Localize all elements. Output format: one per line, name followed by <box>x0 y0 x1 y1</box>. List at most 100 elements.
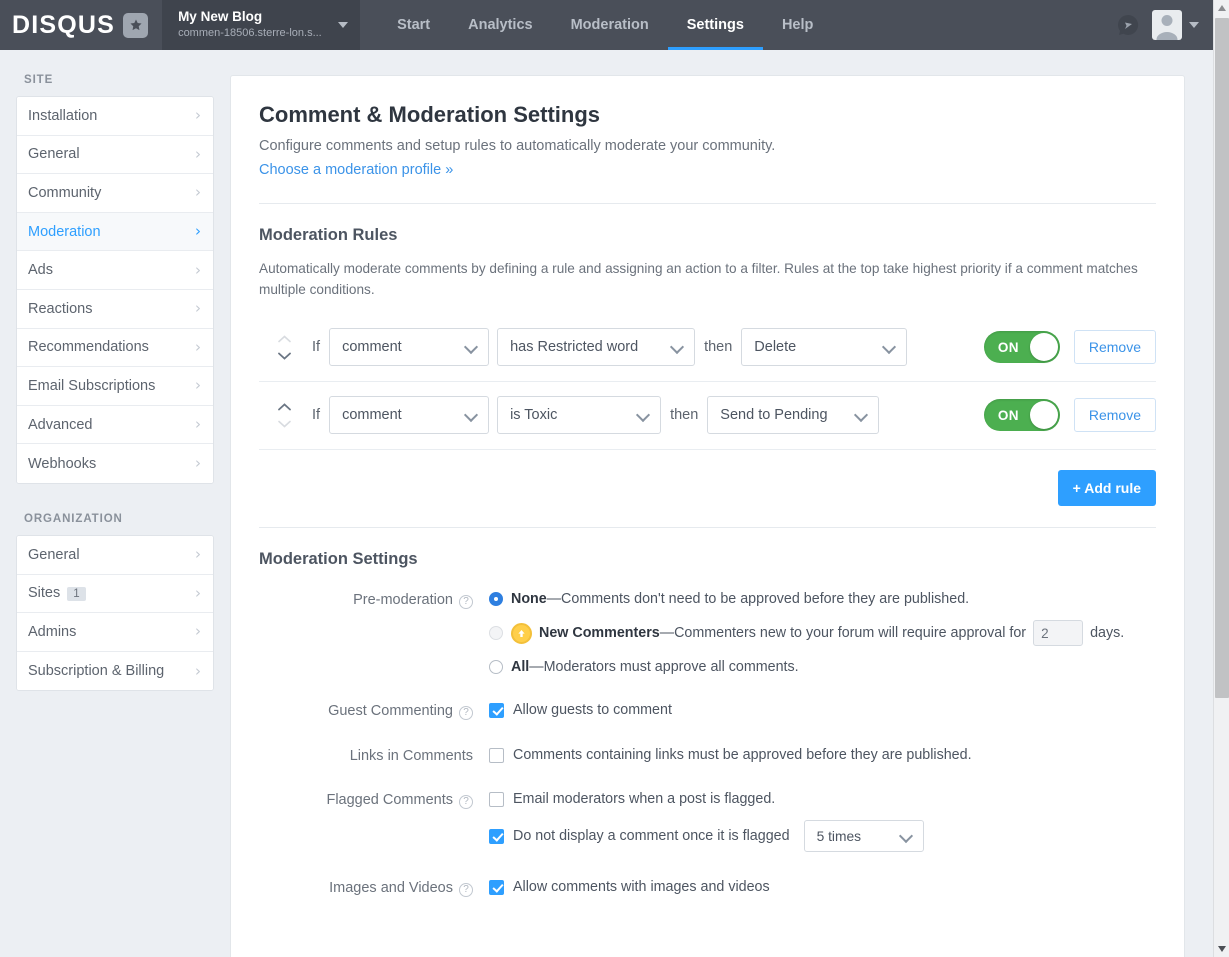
setting-row-flagged-comments: Flagged Comments ? Email moderators when… <box>259 791 1156 853</box>
remove-rule-button[interactable]: Remove <box>1073 330 1156 365</box>
scroll-up-arrow-icon[interactable] <box>1214 0 1229 16</box>
guest-commenting-option[interactable]: Allow guests to comment <box>489 702 1156 718</box>
radio-all[interactable] <box>489 660 503 675</box>
premoderation-option-all[interactable]: All — Moderators must approve all commen… <box>489 659 1156 675</box>
checkbox-hide-flagged[interactable] <box>489 828 504 844</box>
chevron-right-icon: › <box>195 337 201 356</box>
remove-rule-button[interactable]: Remove <box>1073 398 1156 433</box>
setting-row-guest-commenting: Guest Commenting ? Allow guests to comme… <box>259 702 1156 721</box>
chat-bubble-icon[interactable] <box>1114 11 1142 39</box>
links-in-comments-body: Comments containing links must be approv… <box>489 747 1156 764</box>
images-and-videos-label: Images and Videos <box>329 880 453 897</box>
site-selector[interactable]: My New Blog commen-18506.sterre-lon.s... <box>162 0 361 50</box>
scroll-down-arrow-icon[interactable] <box>1214 941 1229 957</box>
sidebar-group-organization: General › Sites 1 › Admins › Subscription… <box>16 534 214 692</box>
rule-enabled-toggle[interactable]: ON <box>983 331 1060 364</box>
sidebar-item-email-subscriptions[interactable]: Email Subscriptions › <box>17 367 213 406</box>
sidebar-item-label: Reactions <box>28 300 93 317</box>
nav-item-analytics[interactable]: Analytics <box>449 0 551 50</box>
move-rule-down-icon[interactable] <box>277 352 291 360</box>
rule-if-label: If <box>312 339 321 356</box>
premoderation-label: Pre-moderation <box>353 592 453 609</box>
sidebar-item-ads[interactable]: Ads › <box>17 251 213 290</box>
question-mark-icon[interactable]: ? <box>459 795 473 810</box>
panel-header: Comment & Moderation Settings Configure … <box>259 76 1156 204</box>
sidebar-item-org-subscription-billing[interactable]: Subscription & Billing › <box>17 651 213 691</box>
checkbox-links-approval[interactable] <box>489 747 504 763</box>
rule-subject-select[interactable]: comment <box>329 328 490 367</box>
scrollbar-thumb[interactable] <box>1215 18 1229 698</box>
nav-item-settings[interactable]: Settings <box>667 0 764 50</box>
option-description: Moderators must approve all comments. <box>543 659 799 676</box>
move-rule-up-icon[interactable] <box>277 402 291 411</box>
table-row: If comment is Toxic then Send to Pending… <box>259 382 1156 451</box>
radio-none[interactable] <box>489 592 503 607</box>
checkbox-label: Allow comments with images and videos <box>513 879 770 896</box>
toggle-state-label: ON <box>997 407 1019 423</box>
page-scrollbar[interactable] <box>1213 0 1229 957</box>
rule-condition-select[interactable]: is Toxic <box>497 396 662 435</box>
site-url: commen-18506.sterre-lon.s... <box>178 27 322 40</box>
checkbox-label: Do not display a comment once it is flag… <box>513 828 790 845</box>
sidebar-item-org-sites[interactable]: Sites 1 › <box>17 574 213 614</box>
disqus-logo[interactable]: DISQUS <box>0 0 162 50</box>
sidebar-group-site: Installation › General › Community › Mod… <box>16 96 214 484</box>
sidebar-item-reactions[interactable]: Reactions › <box>17 289 213 329</box>
links-in-comments-option[interactable]: Comments containing links must be approv… <box>489 747 1156 763</box>
flag-count-select[interactable]: 5 times <box>803 820 924 853</box>
sidebar-item-org-admins[interactable]: Admins › <box>17 613 213 652</box>
move-rule-up-icon[interactable] <box>277 335 291 343</box>
sidebar-item-moderation[interactable]: Moderation › <box>17 212 213 252</box>
sidebar-item-community[interactable]: Community › <box>17 174 213 213</box>
approval-days-input[interactable] <box>1033 620 1084 647</box>
main-nav: Start Analytics Moderation Settings Help <box>378 0 832 50</box>
user-menu[interactable] <box>1152 10 1199 40</box>
table-row: If comment has Restricted word then Dele… <box>259 314 1156 383</box>
rule-controls: ON Remove <box>983 398 1156 433</box>
chevron-right-icon: › <box>195 106 201 125</box>
checkbox-allow-media[interactable] <box>489 879 504 895</box>
rule-condition-select[interactable]: has Restricted word <box>497 328 696 367</box>
rule-action-select[interactable]: Delete <box>741 328 908 367</box>
move-rule-down-icon[interactable] <box>277 420 291 428</box>
radio-new-commenters[interactable] <box>489 626 503 641</box>
checkbox-email-moderators[interactable] <box>489 791 504 807</box>
checkbox-allow-guests[interactable] <box>489 702 504 718</box>
rule-subject-select[interactable]: comment <box>329 396 490 435</box>
premoderation-option-none[interactable]: None — Comments don't need to be approve… <box>489 591 1156 607</box>
settings-panel: Comment & Moderation Settings Configure … <box>230 75 1185 957</box>
images-and-videos-option[interactable]: Allow comments with images and videos <box>489 879 1156 895</box>
sidebar-item-label: Ads <box>28 262 53 279</box>
flagged-email-option[interactable]: Email moderators when a post is flagged. <box>489 791 1156 807</box>
sidebar-item-advanced[interactable]: Advanced › <box>17 405 213 445</box>
premoderation-option-new-commenters[interactable]: New Commenters — Commenters new to your … <box>489 620 1156 647</box>
question-mark-icon[interactable]: ? <box>459 706 473 721</box>
nav-item-help[interactable]: Help <box>763 0 832 50</box>
rule-action-select[interactable]: Send to Pending <box>707 396 880 435</box>
nav-item-moderation[interactable]: Moderation <box>552 0 668 50</box>
sidebar-item-general[interactable]: General › <box>17 135 213 175</box>
flagged-hide-option[interactable]: Do not display a comment once it is flag… <box>489 820 1156 853</box>
page-title: Comment & Moderation Settings <box>259 102 601 127</box>
moderation-settings-title: Moderation Settings <box>259 550 418 569</box>
rule-enabled-toggle[interactable]: ON <box>983 399 1060 432</box>
nav-item-start[interactable]: Start <box>378 0 449 50</box>
sidebar-item-label: Webhooks <box>28 455 97 472</box>
question-mark-icon[interactable]: ? <box>459 595 473 610</box>
question-mark-icon[interactable]: ? <box>459 883 473 898</box>
add-rule-button[interactable]: + Add rule <box>1057 470 1156 507</box>
sidebar-item-org-general[interactable]: General › <box>17 535 213 575</box>
sidebar-item-installation[interactable]: Installation › <box>17 97 213 136</box>
chevron-right-icon: › <box>195 583 201 602</box>
sidebar-item-webhooks[interactable]: Webhooks › <box>17 444 213 483</box>
sidebar-item-recommendations[interactable]: Recommendations › <box>17 328 213 368</box>
main-content: Comment & Moderation Settings Configure … <box>230 50 1213 957</box>
setting-row-images-and-videos: Images and Videos ? Allow comments with … <box>259 879 1156 898</box>
logo-text: DISQUS <box>12 10 116 39</box>
sidebar-item-label: General <box>28 146 80 163</box>
choose-moderation-profile-link[interactable]: Choose a moderation profile » <box>259 162 453 178</box>
guest-commenting-body: Allow guests to comment <box>489 702 1156 720</box>
rule-reorder-controls <box>271 402 297 428</box>
option-name: New Commenters <box>539 625 660 642</box>
sidebar-item-label: Admins <box>28 623 77 640</box>
